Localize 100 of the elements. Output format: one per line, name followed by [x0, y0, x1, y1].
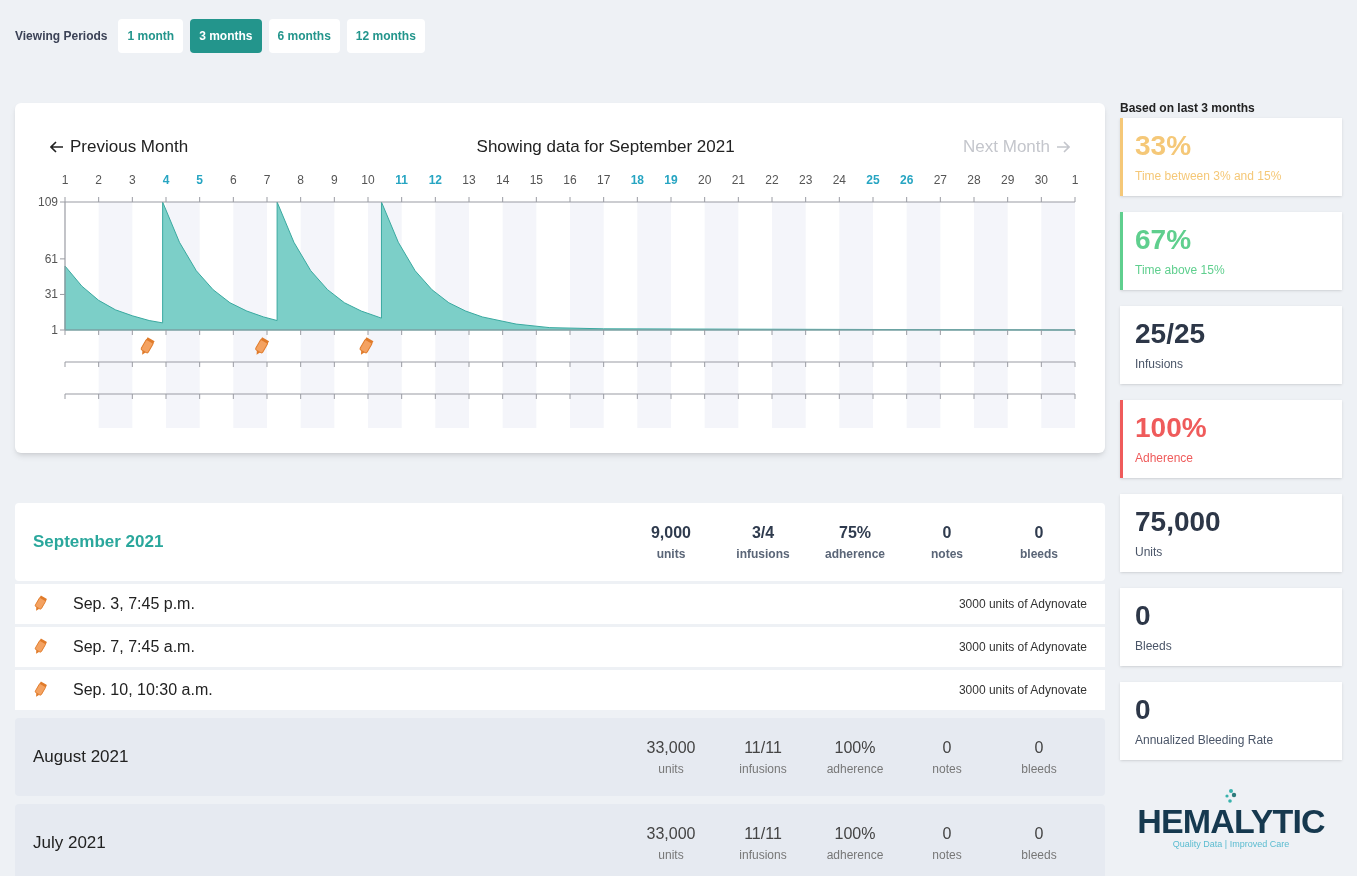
- period-tab[interactable]: 3 months: [190, 19, 262, 53]
- x-tick-label: 20: [698, 173, 712, 187]
- x-tick-label: 28: [967, 173, 981, 187]
- stat-label: notes: [932, 761, 962, 778]
- infusion-row[interactable]: Sep. 10, 10:30 a.m. 3000 units of Adynovate: [15, 670, 1105, 710]
- month-title: September 2021: [33, 531, 164, 554]
- x-tick-label: 1: [1071, 173, 1079, 187]
- stat-value: 11/11: [744, 824, 782, 844]
- x-tick-label: 21: [731, 173, 745, 187]
- x-tick-label: 15: [529, 173, 543, 187]
- month-title: July 2021: [33, 832, 106, 855]
- stat-value: 0: [1034, 824, 1044, 844]
- infusion-row[interactable]: Sep. 3, 7:45 p.m. 3000 units of Adynovate: [15, 584, 1105, 624]
- period-tab[interactable]: 1 month: [118, 19, 184, 53]
- infusion-row[interactable]: Sep. 7, 7:45 a.m. 3000 units of Adynovate: [15, 627, 1105, 667]
- stat-label: units: [658, 761, 684, 778]
- summary-value: 75,000: [1135, 505, 1222, 539]
- summary-value: 100%: [1135, 411, 1208, 445]
- pen-icon: [33, 681, 47, 699]
- x-tick-label: 3: [129, 173, 136, 187]
- y-tick-label: 1: [51, 323, 58, 337]
- summary-label: Time between 3% and 15%: [1135, 168, 1283, 185]
- x-tick-label: 10: [361, 173, 375, 187]
- month-header[interactable]: September 2021 9,000 units 3/4 infusions 75% adherence 0 notes 0 bleeds: [15, 503, 1105, 581]
- arrow-right-icon: [1056, 141, 1070, 153]
- viewing-periods-label: Viewing Periods: [15, 28, 108, 45]
- previous-month-button[interactable]: Previous Month: [50, 134, 189, 160]
- stat-label: adherence: [826, 761, 884, 778]
- summary-value: 0: [1135, 693, 1152, 727]
- stat-label: bleeds: [1021, 761, 1057, 778]
- x-tick-label: 17: [597, 173, 611, 187]
- month-title: August 2021: [33, 746, 129, 769]
- summary-label: Units: [1135, 544, 1164, 561]
- x-tick-label: 19: [664, 173, 678, 187]
- pen-icon: [359, 337, 374, 355]
- month-header[interactable]: July 2021 33,000 units 11/11 infusions 100% adherence 0 notes 0 bleeds: [15, 804, 1105, 876]
- stat-label: infusions: [736, 546, 790, 563]
- period-tab[interactable]: 6 months: [268, 19, 340, 53]
- x-tick-label: 11: [395, 173, 408, 187]
- stat-value: 0: [942, 523, 952, 543]
- stat-value: 3/4: [751, 523, 775, 543]
- x-tick-label: 29: [1001, 173, 1015, 187]
- summary-value: 0: [1135, 599, 1152, 633]
- summary-label: Infusions: [1135, 356, 1185, 373]
- x-tick-label: 25: [866, 173, 880, 187]
- summary-label: Annualized Bleeding Rate: [1135, 732, 1275, 749]
- stat-value: 0: [942, 824, 952, 844]
- stat-label: bleeds: [1020, 546, 1058, 563]
- x-tick-label: 2: [95, 173, 102, 187]
- x-tick-label: 8: [297, 173, 304, 187]
- stat-label: infusions: [739, 761, 787, 778]
- month-header[interactable]: August 2021 33,000 units 11/11 infusions 100% adherence 0 notes 0 bleeds: [15, 718, 1105, 796]
- chart-title: Showing data for September 2021: [476, 136, 735, 159]
- x-tick-label: 23: [799, 173, 813, 187]
- stat-label: units: [658, 847, 684, 864]
- stat-value: 0: [1034, 523, 1044, 543]
- stat-label: notes: [932, 847, 962, 864]
- x-tick-label: 24: [832, 173, 846, 187]
- stat-value: 100%: [834, 738, 876, 758]
- x-tick-label: 9: [331, 173, 338, 187]
- summary-title: Based on last 3 months: [1120, 100, 1256, 115]
- y-tick-label: 109: [37, 195, 58, 209]
- stat-value: 33,000: [646, 824, 696, 844]
- summary-label: Adherence: [1135, 450, 1195, 467]
- stat-label: adherence: [826, 847, 884, 864]
- logo-tagline: Quality Data | Improved Care: [1172, 838, 1290, 851]
- stat-value: 100%: [834, 824, 876, 844]
- x-tick-label: 30: [1034, 173, 1048, 187]
- x-tick-label: 14: [496, 173, 510, 187]
- stat-value: 0: [1034, 738, 1044, 758]
- x-tick-label: 4: [162, 173, 170, 187]
- x-tick-label: 1: [61, 173, 69, 187]
- stat-value: 0: [942, 738, 952, 758]
- pen-icon: [33, 595, 47, 613]
- stat-label: bleeds: [1021, 847, 1057, 864]
- summary-label: Bleeds: [1135, 638, 1173, 655]
- y-tick-label: 31: [44, 287, 58, 302]
- summary-value: 33%: [1135, 129, 1193, 163]
- summary-value: 67%: [1135, 223, 1193, 257]
- x-tick-label: 12: [428, 173, 442, 187]
- pen-icon: [33, 638, 47, 656]
- infusion-detail: 3000 units of Adynovate: [958, 596, 1087, 613]
- x-tick-label: 26: [900, 173, 914, 187]
- stat-value: 11/11: [744, 738, 782, 758]
- x-tick-label: 22: [765, 173, 779, 187]
- infusion-detail: 3000 units of Adynovate: [958, 639, 1087, 656]
- stat-value: 33,000: [646, 738, 696, 758]
- x-tick-label: 7: [263, 173, 271, 187]
- stat-label: units: [656, 546, 686, 563]
- x-tick-label: 13: [462, 173, 476, 187]
- arrow-left-icon: [50, 141, 64, 153]
- infusion-time: Sep. 7, 7:45 a.m.: [73, 637, 195, 657]
- logo-wordmark: HEMALYTIC: [1137, 804, 1325, 838]
- pen-icon: [254, 337, 270, 355]
- infusion-time: Sep. 10, 10:30 a.m.: [73, 680, 213, 700]
- x-tick-label: 27: [933, 173, 947, 187]
- stat-value: 75%: [839, 523, 871, 543]
- stat-label: notes: [931, 546, 963, 563]
- stat-label: adherence: [825, 546, 885, 563]
- period-tab[interactable]: 12 months: [346, 19, 425, 53]
